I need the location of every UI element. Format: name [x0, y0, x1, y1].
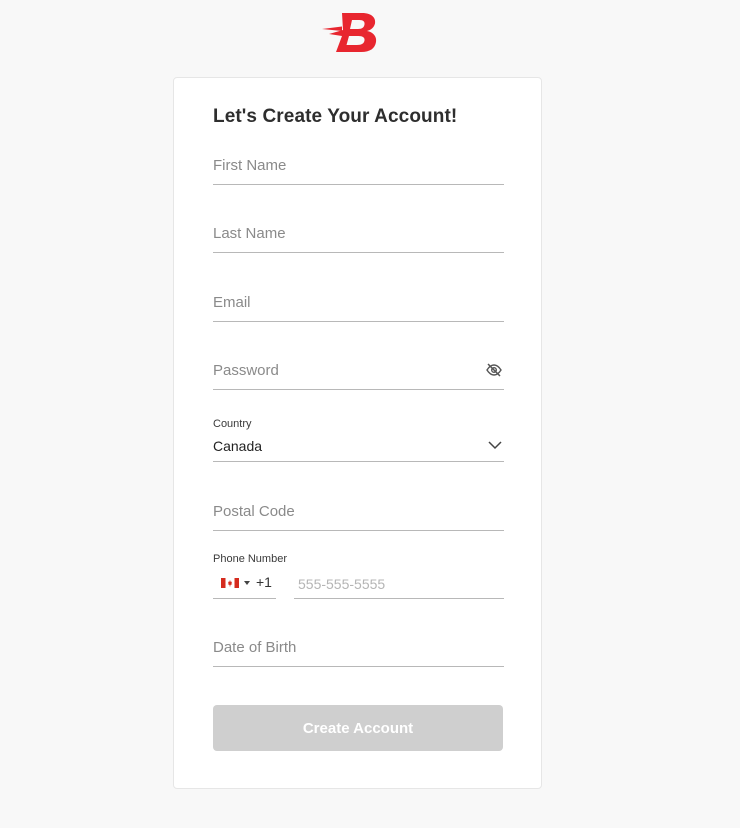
- date-of-birth-input[interactable]: [213, 633, 504, 666]
- eye-slash-icon[interactable]: [486, 363, 502, 377]
- signup-card: Let's Create Your Account! Country Canad…: [173, 77, 542, 789]
- postal-code-input[interactable]: [213, 497, 504, 530]
- phone-number-input[interactable]: [294, 569, 504, 598]
- postal-code-field-wrapper: [213, 497, 504, 531]
- page-title: Let's Create Your Account!: [213, 106, 458, 127]
- country-select[interactable]: Canada: [213, 436, 504, 462]
- country-selected-value: Canada: [213, 438, 263, 454]
- last-name-field-wrapper: [213, 219, 504, 253]
- email-field-wrapper: [213, 288, 504, 322]
- first-name-input[interactable]: [213, 151, 504, 184]
- phone-field-wrapper: [294, 569, 504, 599]
- date-of-birth-field-wrapper: [213, 633, 504, 667]
- last-name-input[interactable]: [213, 219, 504, 252]
- canada-flag-icon: [221, 578, 239, 588]
- password-input[interactable]: [213, 356, 504, 389]
- brand-logo-icon: [322, 13, 377, 52]
- phone-number-label: Phone Number: [213, 553, 287, 565]
- create-account-button[interactable]: Create Account: [213, 705, 503, 751]
- chevron-down-icon: [488, 441, 502, 450]
- email-input[interactable]: [213, 288, 504, 321]
- password-field-wrapper: [213, 356, 504, 390]
- country-label: Country: [213, 418, 252, 430]
- caret-down-icon: [244, 581, 250, 585]
- country-code-select[interactable]: +1: [213, 569, 276, 599]
- dial-code: +1: [256, 574, 272, 590]
- first-name-field-wrapper: [213, 151, 504, 185]
